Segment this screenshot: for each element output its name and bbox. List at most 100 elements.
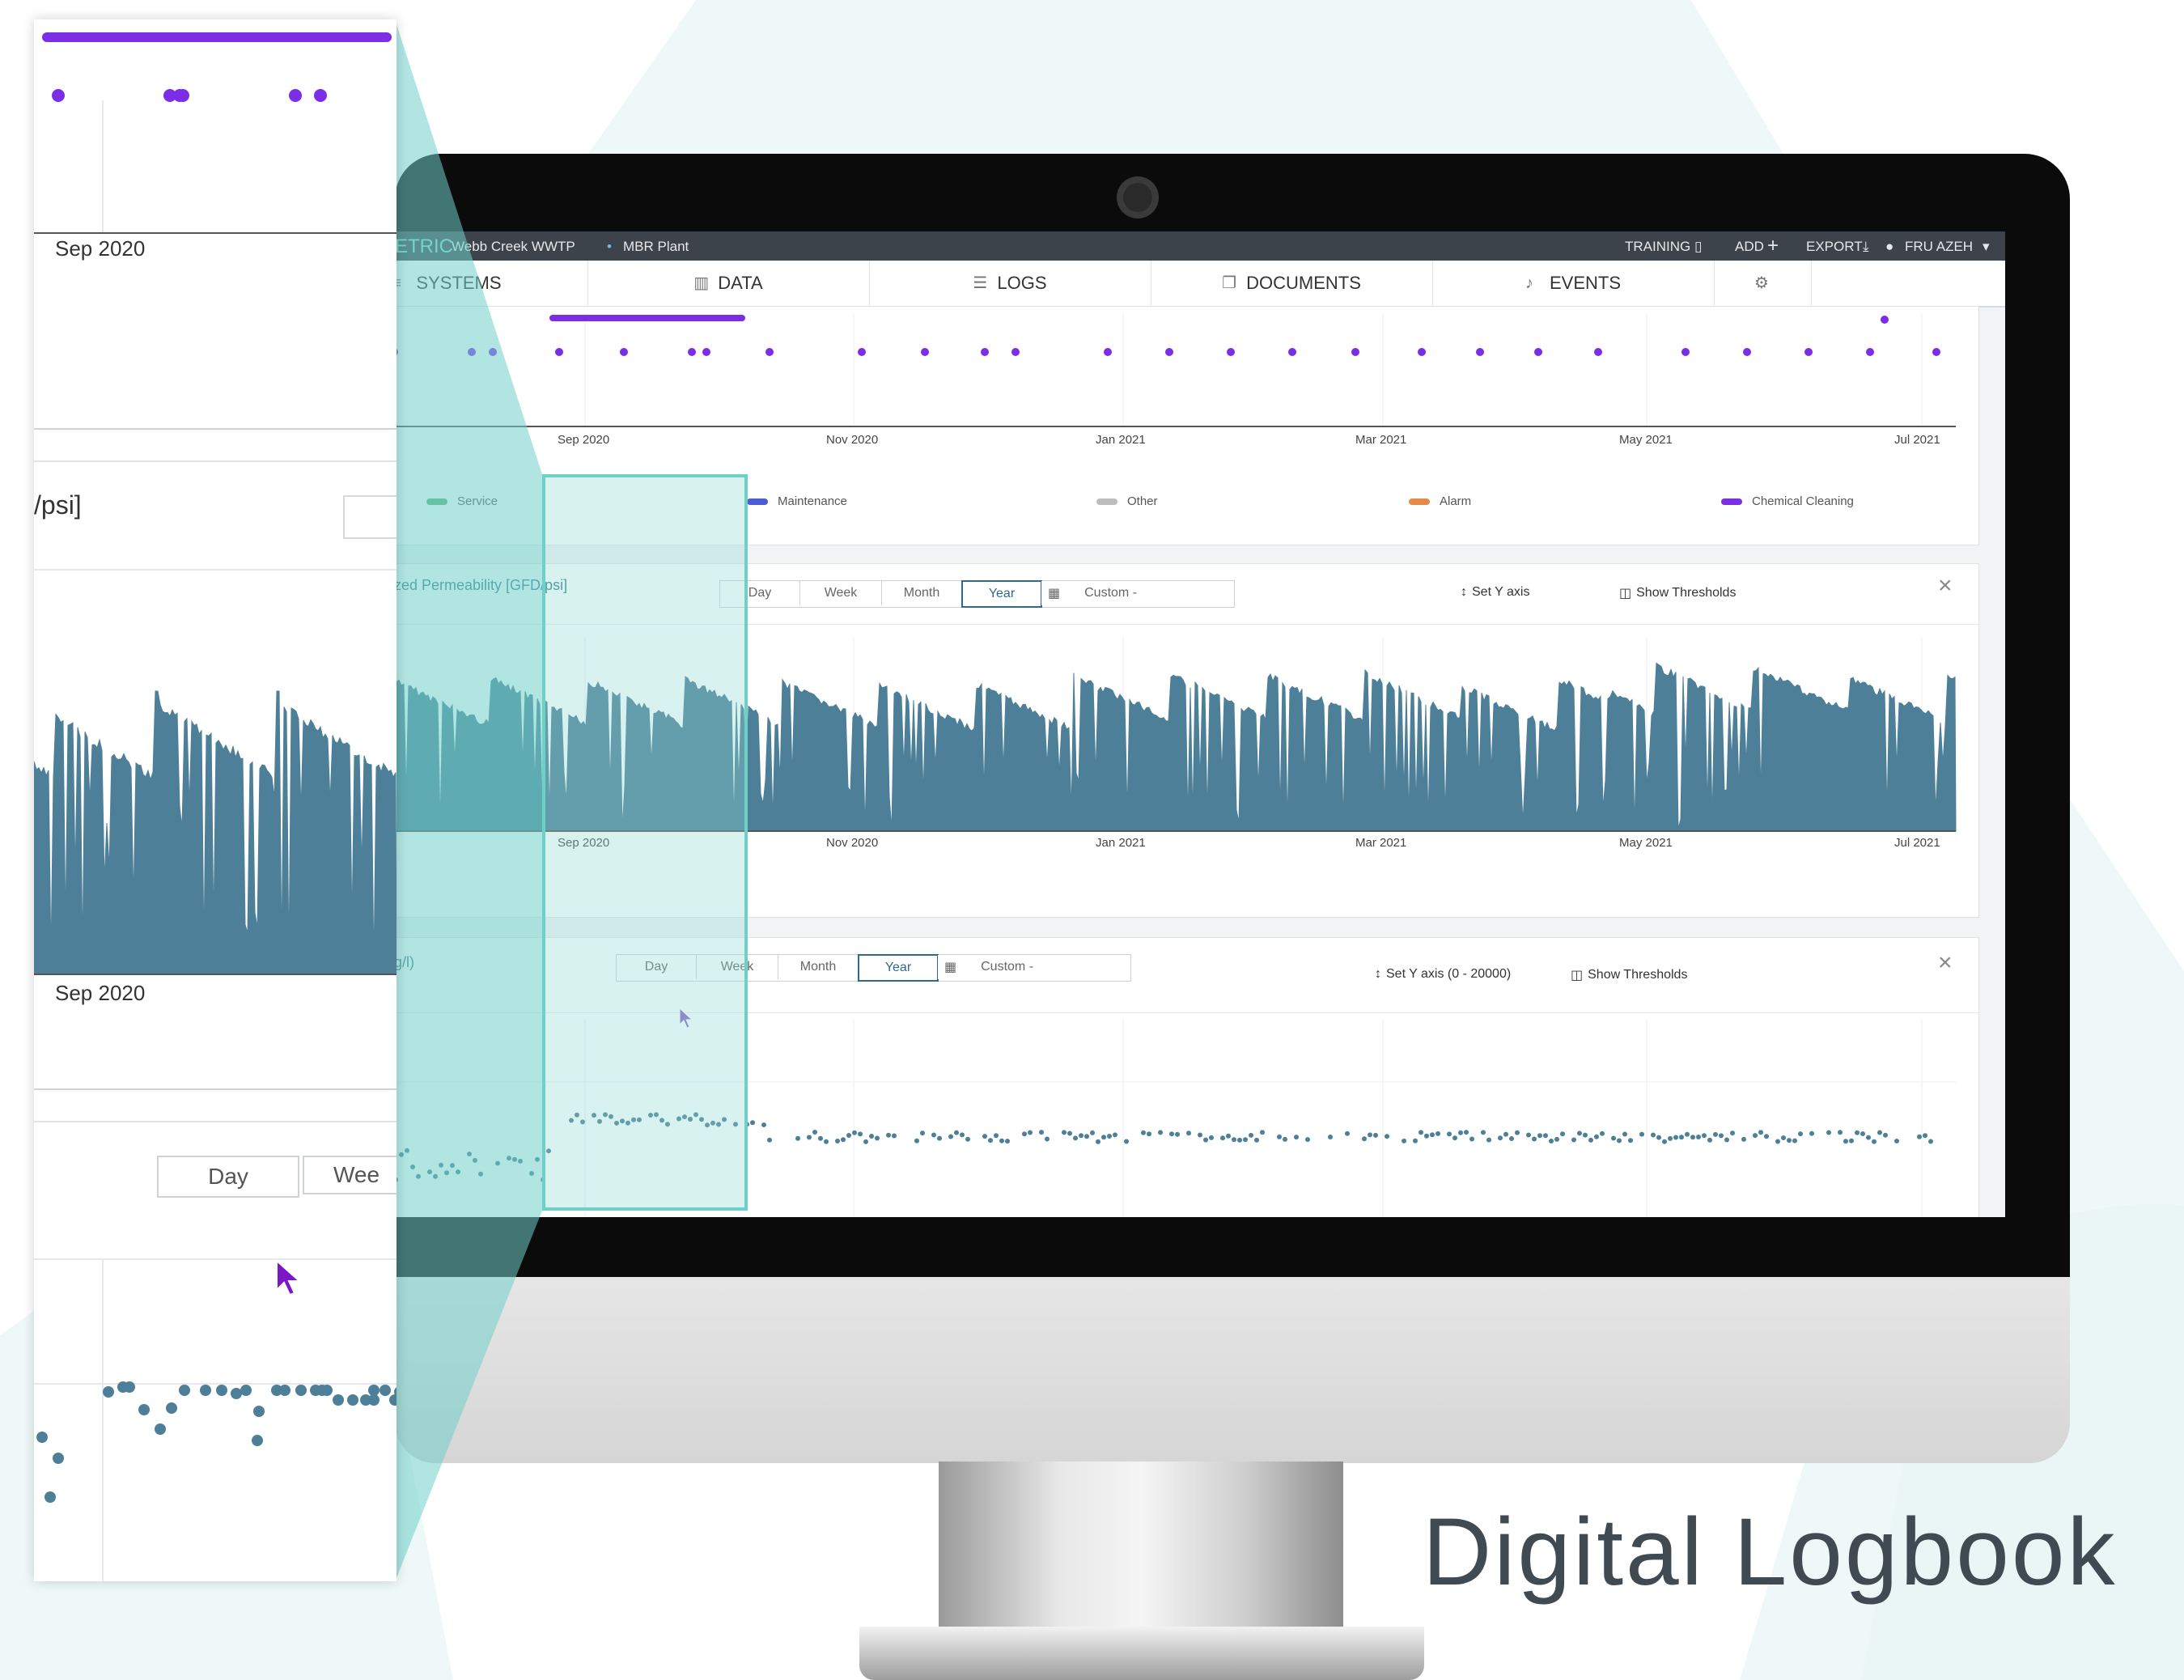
nav-data[interactable]: ▥ DATA (587, 261, 870, 306)
add-button[interactable]: ADD (1735, 239, 1764, 255)
data-point (1464, 1130, 1469, 1135)
range-month-button[interactable]: Month (882, 581, 962, 605)
x-tick-label: May 2021 (1619, 836, 1673, 850)
inset-week-button[interactable]: Wee (303, 1156, 397, 1194)
data-point (1430, 1132, 1435, 1138)
data-point (852, 1130, 857, 1135)
data-point (1730, 1131, 1735, 1136)
data-point (1345, 1131, 1350, 1136)
range-custom-dropdown[interactable]: ▦ Custom - (1041, 581, 1234, 605)
range-custom-dropdown[interactable]: ▦ Custom - (938, 955, 1130, 979)
show-thresholds-button[interactable]: ◫ Show Thresholds (1571, 967, 1687, 983)
user-menu[interactable]: FRU AZEH (1905, 239, 1973, 255)
data-point (1413, 1138, 1418, 1143)
data-point (1419, 1130, 1423, 1135)
data-point (1067, 1131, 1072, 1136)
data-point (1713, 1131, 1718, 1137)
headline: Digital Logbook (1423, 1499, 2118, 1606)
monitor-chin (395, 1277, 2070, 1463)
data-point (767, 1137, 772, 1143)
inset-day-button[interactable]: Day (157, 1156, 299, 1198)
settings-button[interactable]: ⚙ (1714, 261, 1812, 306)
data-point (1707, 1137, 1712, 1143)
nav-events[interactable]: ♪ EVENTS (1432, 261, 1715, 306)
data-point (368, 1385, 380, 1396)
export-button[interactable]: EXPORT (1806, 239, 1863, 255)
set-y-axis-button[interactable]: ↕ Set Y axis (1461, 585, 1529, 600)
data-point (1249, 1132, 1253, 1138)
show-thresholds-label: Show Thresholds (1588, 968, 1688, 982)
app-logo-fragment: ETRIC (395, 235, 453, 257)
legend-alarm[interactable]: Alarm (1409, 494, 1471, 508)
data-point (1809, 1131, 1814, 1136)
data-point (1515, 1130, 1520, 1135)
data-point (1447, 1131, 1452, 1137)
inset-tick-label: Sep 2020 (55, 981, 146, 1005)
data-point (846, 1133, 851, 1138)
data-point (444, 1170, 449, 1176)
range-week-button[interactable]: Week (800, 581, 882, 605)
data-point (1005, 1139, 1010, 1144)
data-point (892, 1133, 897, 1139)
data-point (1917, 1134, 1922, 1139)
data-point (1622, 1131, 1627, 1137)
event-marker (1227, 348, 1235, 356)
data-point (200, 1385, 211, 1396)
chevron-down-icon[interactable]: ▾ (1983, 239, 1990, 255)
event-marker (921, 348, 929, 356)
event-marker (1743, 348, 1751, 356)
data-point (914, 1138, 919, 1143)
training-button[interactable]: TRAINING (1625, 239, 1690, 255)
vertical-arrows-icon: ↕ (1461, 585, 1467, 599)
event-marker (468, 348, 476, 356)
data-point (399, 1152, 404, 1157)
legend-other-label: Other (1127, 494, 1158, 508)
event-marker (1681, 348, 1690, 356)
data-point (1923, 1133, 1927, 1139)
data-point (1305, 1137, 1310, 1143)
data-point (1045, 1136, 1050, 1142)
show-thresholds-button[interactable]: ◫ Show Thresholds (1619, 585, 1736, 601)
close-icon[interactable]: × (1938, 951, 1953, 975)
close-icon[interactable]: × (1938, 574, 1953, 598)
data-point (863, 1139, 868, 1144)
list-icon: ☰ (973, 274, 988, 292)
data-point (1237, 1137, 1242, 1143)
inset-range-control (343, 495, 397, 539)
data-point (1079, 1133, 1084, 1139)
data-point (380, 1385, 391, 1396)
range-year-button[interactable]: Year (961, 580, 1042, 608)
data-point (138, 1404, 150, 1415)
nav-systems[interactable]: ≡ SYSTEMS (395, 261, 588, 306)
data-point (507, 1156, 511, 1161)
range-custom-label: Custom - (1084, 586, 1138, 600)
data-point (1158, 1130, 1163, 1135)
data-point (1107, 1134, 1112, 1139)
legend-chemical-cleaning[interactable]: Chemical Cleaning (1721, 494, 1854, 508)
data-point (1764, 1134, 1769, 1139)
legend-maintenance[interactable]: Maintenance (747, 494, 847, 508)
legend-other[interactable]: Other (1096, 494, 1158, 508)
data-point (1113, 1132, 1117, 1138)
nav-documents[interactable]: ❐ DOCUMENTS (1151, 261, 1433, 306)
calendar-icon: ▦ (944, 961, 957, 974)
set-y-axis-button[interactable]: ↕ Set Y axis (0 - 20000) (1375, 967, 1511, 982)
data-point (875, 1135, 880, 1141)
range-month-button[interactable]: Month (778, 955, 859, 979)
data-point (1028, 1130, 1033, 1135)
data-point (1424, 1133, 1429, 1139)
range-year-button[interactable]: Year (858, 954, 939, 982)
data-point (931, 1132, 936, 1138)
data-point (994, 1133, 999, 1139)
data-point (1503, 1131, 1508, 1137)
data-point (1741, 1136, 1746, 1142)
event-marker (555, 348, 563, 356)
breadcrumb-plant[interactable]: Webb Creek WWTP (452, 239, 575, 255)
legend-service[interactable]: Service (426, 494, 498, 508)
event-marker (173, 89, 186, 102)
x-tick-label: Sep 2020 (558, 433, 610, 447)
data-point (1226, 1133, 1231, 1139)
breadcrumb-system[interactable]: MBR Plant (623, 239, 689, 255)
nav-logs[interactable]: ☰ LOGS (869, 261, 1151, 306)
data-point (1175, 1131, 1180, 1137)
